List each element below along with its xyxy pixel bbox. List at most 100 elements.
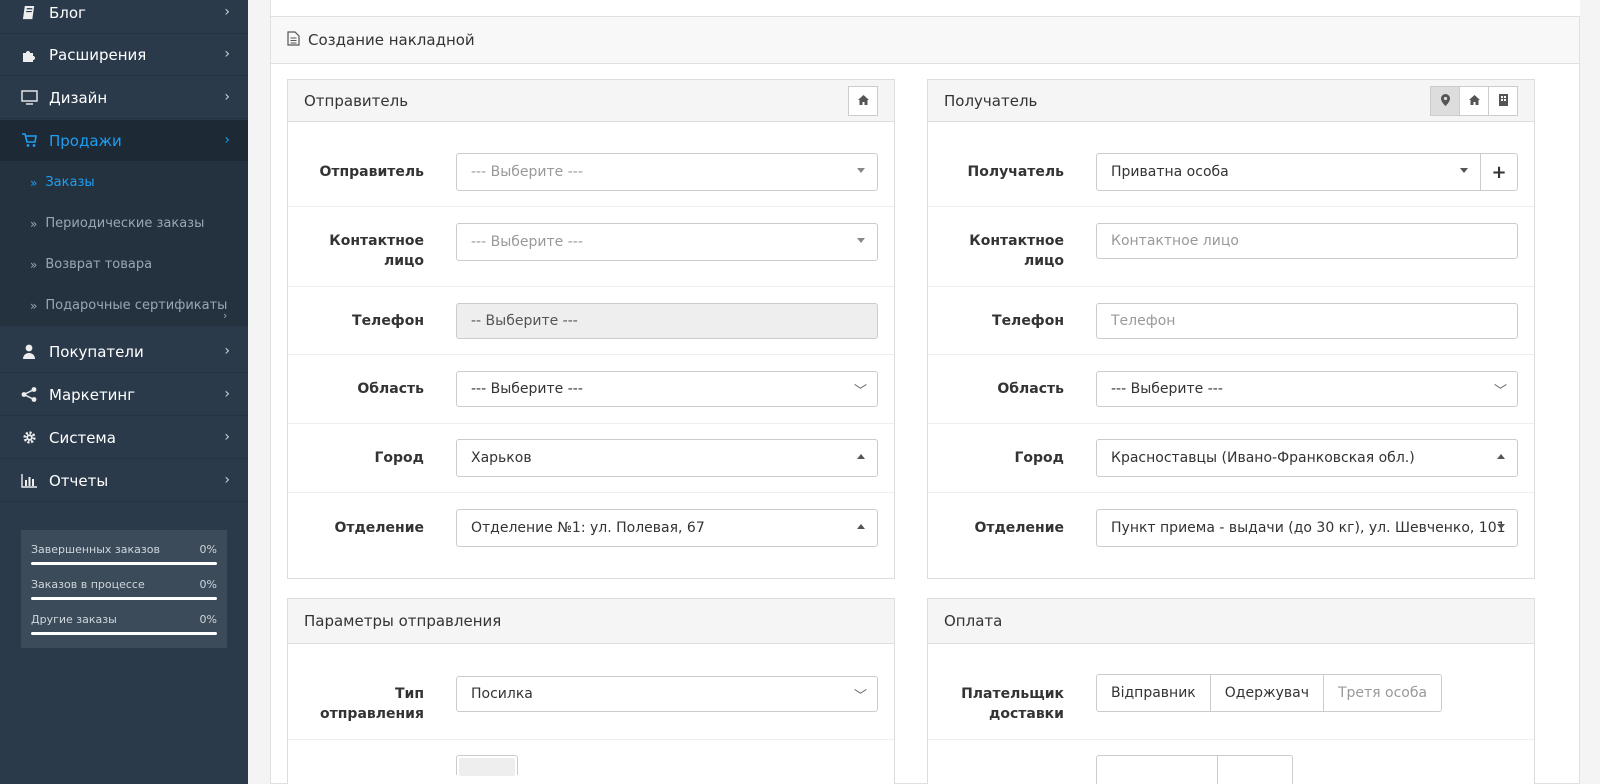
share-icon <box>20 386 38 404</box>
chevron-right-icon: › <box>224 4 230 20</box>
shipment-type-row: Тип отправления Посилка ﹀ <box>288 644 894 740</box>
shipment-type-select[interactable]: Посилка ﹀ <box>456 676 878 712</box>
building-button[interactable] <box>1488 86 1518 116</box>
select-value: --- Выберите --- <box>471 234 583 250</box>
document-icon <box>287 30 300 50</box>
sender-phone-select[interactable]: -- Выберите --- <box>456 303 878 339</box>
payment-method-option[interactable] <box>1217 755 1293 784</box>
page-title-bar: Создание накладной <box>271 17 1579 64</box>
recipient-card-header: Получатель <box>928 80 1534 122</box>
field-label: Город <box>1014 450 1065 466</box>
payment-card: Оплата Плательщик доставки Відправник Од… <box>927 598 1535 784</box>
stat-percent: 0% <box>199 578 217 591</box>
sender-card-header: Отправитель <box>288 80 894 122</box>
sender-phone-row: Телефон -- Выберите --- <box>288 287 894 355</box>
caret-up-icon <box>1497 454 1505 459</box>
select-value: --- Выберите --- <box>471 381 583 397</box>
add-recipient-button[interactable]: + <box>1480 153 1518 191</box>
caret-up-icon <box>857 454 865 459</box>
chevron-right-icon: › <box>224 46 230 62</box>
book-icon <box>20 4 38 22</box>
input-placeholder: Телефон <box>1111 313 1176 329</box>
sender-branch-select[interactable]: Отделение №1: ул. Полевая, 67 <box>456 509 878 547</box>
sender-contact-select[interactable]: --- Выберите --- <box>456 223 878 261</box>
map-pin-button[interactable] <box>1430 86 1460 116</box>
payer-sender-button[interactable]: Відправник <box>1096 674 1211 712</box>
stat-progress-bar <box>31 562 217 565</box>
waybill-panel: Создание накладной Отправитель Отправите… <box>270 16 1580 784</box>
sidebar-item-blog[interactable]: Блог › <box>0 0 248 34</box>
field-label: Телефон <box>992 313 1064 329</box>
select-value: Приватна особа <box>1111 164 1229 180</box>
recipient-phone-input[interactable]: Телефон <box>1096 303 1518 339</box>
sidebar-subitem-returns[interactable]: » Возврат товара <box>0 244 248 285</box>
sender-region-row: Область --- Выберите --- ﹀ <box>288 355 894 424</box>
payer-row: Плательщик доставки Відправник Одержувач… <box>928 644 1534 740</box>
sender-select[interactable]: --- Выберите --- <box>456 153 878 191</box>
sidebar-item-extensions[interactable]: Расширения › <box>0 34 248 76</box>
sidebar-item-sales[interactable]: Продажи › <box>0 120 248 162</box>
sender-city-select[interactable]: Харьков <box>456 439 878 477</box>
bar-chart-icon <box>20 472 38 490</box>
caret-down-icon <box>857 168 865 173</box>
monitor-icon <box>20 89 38 107</box>
recipient-region-select[interactable]: --- Выберите --- ﹀ <box>1096 371 1518 407</box>
sidebar-item-design[interactable]: Дизайн › <box>0 77 248 119</box>
sidebar-item-label: Отчеты <box>49 471 109 490</box>
shipment-toggle[interactable] <box>456 755 518 776</box>
select-value: Харьков <box>471 450 532 466</box>
stat-progress-bar <box>31 597 217 600</box>
select-value: --- Выберите --- <box>471 164 583 180</box>
double-chevron-icon: » <box>30 298 38 313</box>
stat-percent: 0% <box>199 543 217 556</box>
sidebar-item-label: Маркетинг <box>49 385 136 404</box>
chevron-right-icon: › <box>224 343 230 359</box>
home-address-button[interactable] <box>848 86 878 116</box>
puzzle-icon <box>20 46 38 64</box>
sidebar-subitem-gift-vouchers[interactable]: » Подарочные сертификаты › <box>0 285 248 326</box>
field-label: Отделение <box>974 520 1064 536</box>
recipient-select[interactable]: Приватна особа <box>1096 153 1481 191</box>
select-value: Отделение №1: ул. Полевая, 67 <box>471 520 705 536</box>
page-title: Создание накладной <box>308 31 475 49</box>
sidebar-item-label: Блог <box>49 3 86 22</box>
home-address-button[interactable] <box>1459 86 1489 116</box>
home-icon <box>857 94 869 108</box>
stat-label: Другие заказы <box>31 613 117 626</box>
sidebar-item-reports[interactable]: Отчеты › <box>0 460 248 502</box>
recipient-contact-input[interactable]: Контактное лицо <box>1096 223 1518 259</box>
sidebar-item-label: Покупатели <box>49 342 144 361</box>
sidebar-item-customers[interactable]: Покупатели › <box>0 331 248 373</box>
select-value: -- Выберите --- <box>471 313 578 329</box>
payer-recipient-button[interactable]: Одержувач <box>1209 674 1324 712</box>
chevron-right-icon: › <box>224 472 230 488</box>
sidebar-subitem-recurring-orders[interactable]: » Периодические заказы <box>0 203 248 244</box>
card-title: Получатель <box>944 91 1038 110</box>
recipient-branch-select[interactable]: Пункт приема - выдачи (до 30 кг), ул. Ше… <box>1096 509 1518 547</box>
field-label: Область <box>357 381 424 397</box>
recipient-city-select[interactable]: Красноставцы (Ивано-Франковская обл.) <box>1096 439 1518 477</box>
payment-method-option[interactable] <box>1096 755 1218 784</box>
shipment-params-card: Параметры отправления Тип отправления По… <box>287 598 895 784</box>
chevron-down-icon: ﹀ <box>853 384 867 399</box>
sidebar-item-system[interactable]: Система › <box>0 417 248 459</box>
payment-method-button-group <box>1096 755 1293 784</box>
sidebar-subitem-label: Заказы <box>45 175 95 190</box>
field-label: Отделение <box>334 520 424 536</box>
payer-third-party-button[interactable]: Третя особа <box>1322 674 1443 712</box>
caret-down-icon <box>1497 524 1505 529</box>
stat-percent: 0% <box>199 613 217 626</box>
sidebar-item-marketing[interactable]: Маркетинг › <box>0 374 248 416</box>
recipient-city-row: Город Красноставцы (Ивано-Франковская об… <box>928 424 1534 493</box>
select-value: --- Выберите --- <box>1111 381 1223 397</box>
sidebar-subitem-orders[interactable]: » Заказы <box>0 162 248 203</box>
recipient-branch-row: Отделение Пункт приема - выдачи (до 30 к… <box>928 493 1534 579</box>
field-label: Телефон <box>352 313 424 329</box>
sender-region-select[interactable]: --- Выберите --- ﹀ <box>456 371 878 407</box>
chevron-down-icon: ﹀ <box>1493 384 1507 399</box>
sidebar-subitem-label: Возврат товара <box>45 257 153 272</box>
recipient-region-row: Область --- Выберите --- ﹀ <box>928 355 1534 424</box>
select-value: Красноставцы (Ивано-Франковская обл.) <box>1111 450 1415 466</box>
recipient-phone-row: Телефон Телефон <box>928 287 1534 355</box>
recipient-header-buttons <box>1430 86 1518 116</box>
